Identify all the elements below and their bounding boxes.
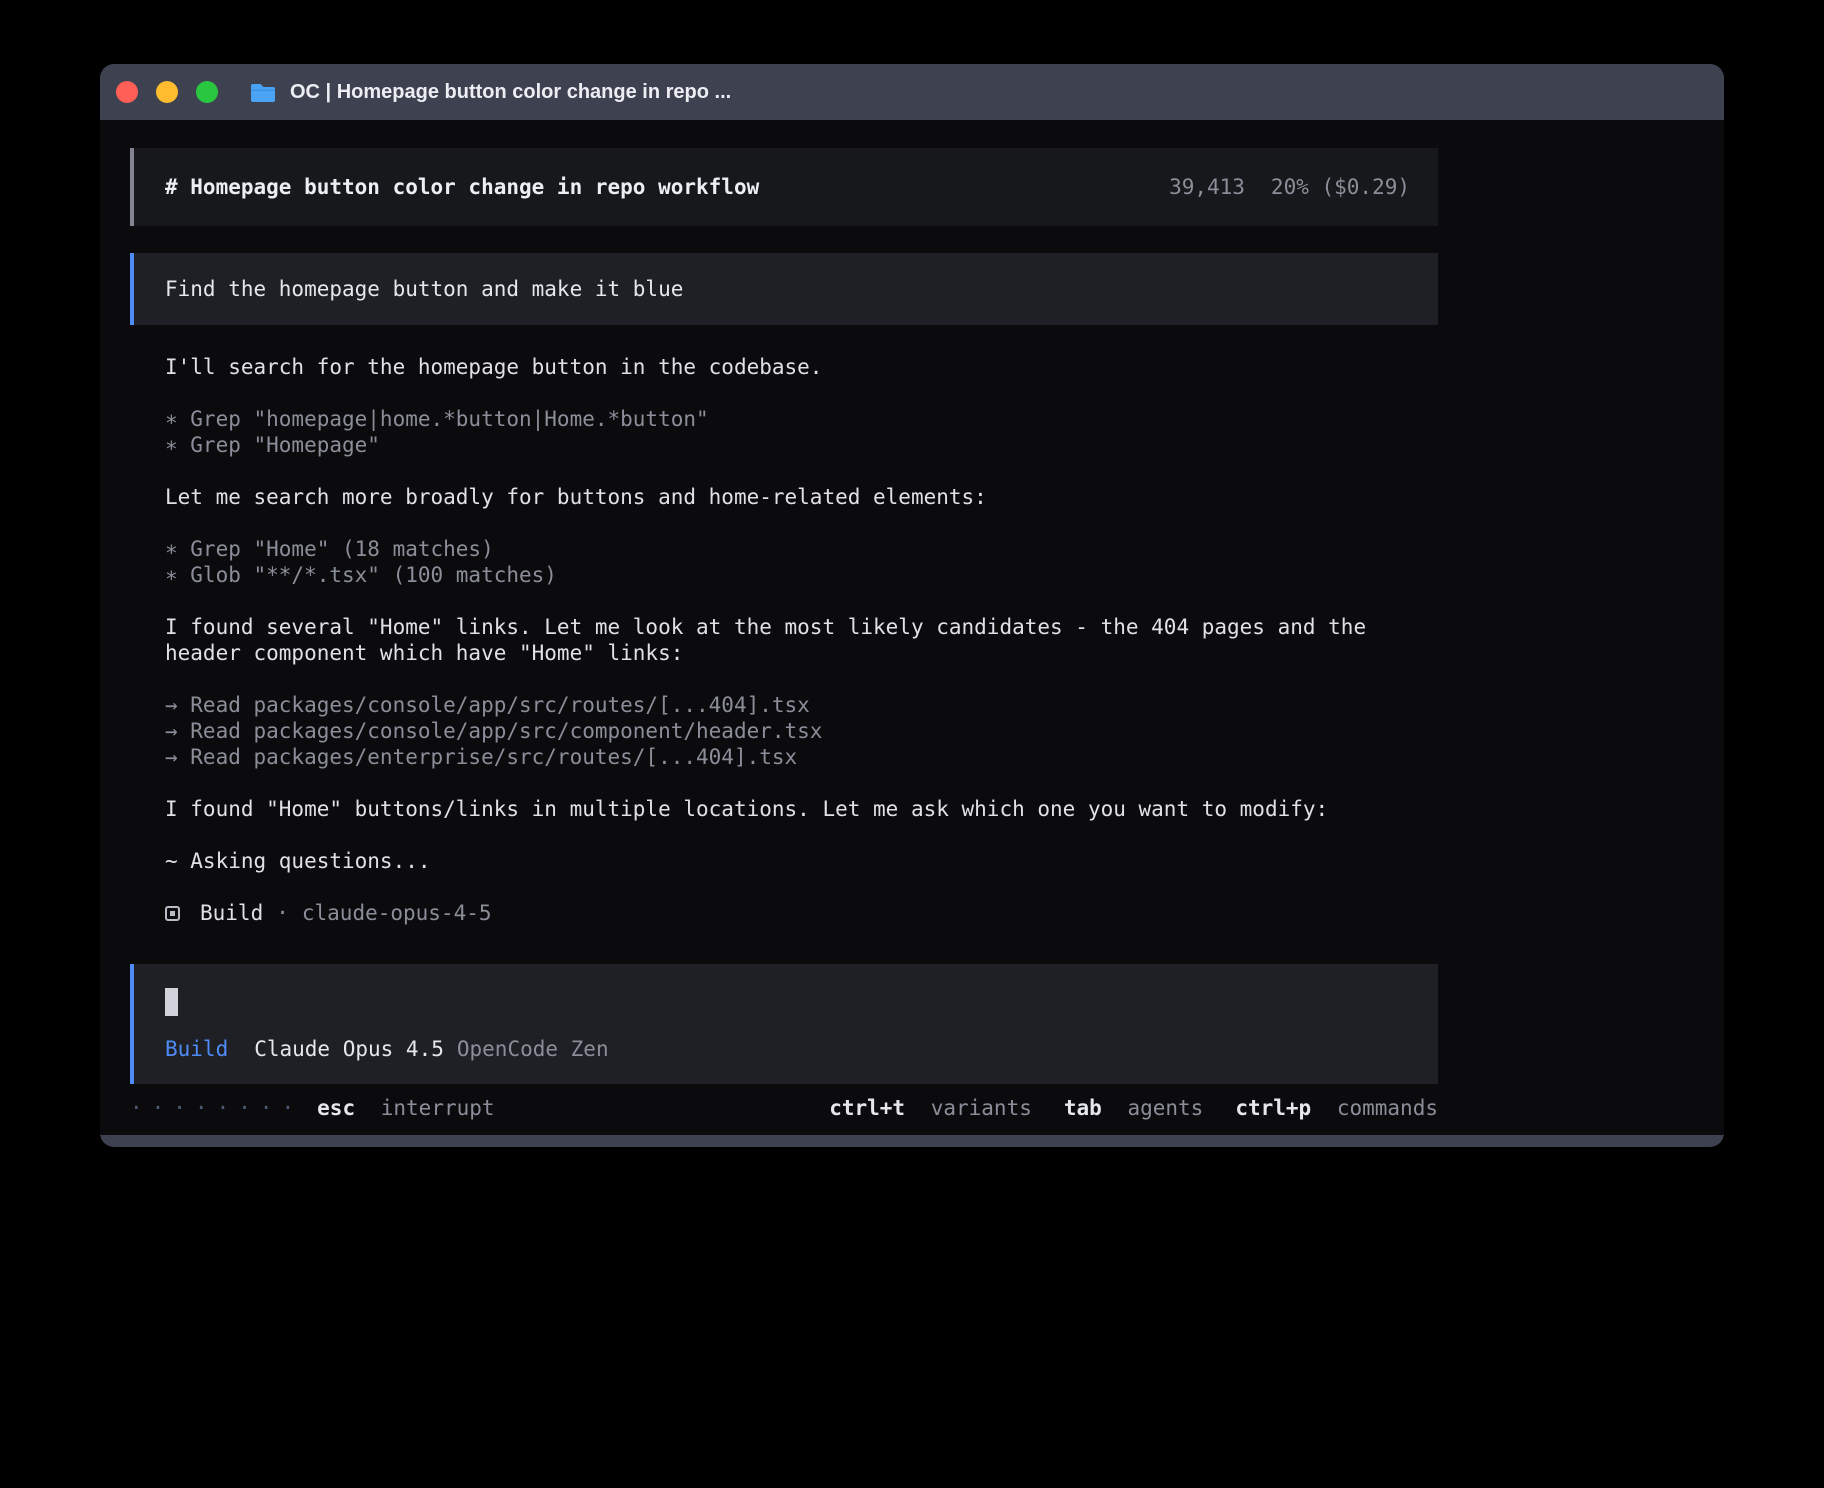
context-usage: 20% ($0.29) [1271, 174, 1410, 200]
shortcut-commands: ctrl+p commands [1235, 1095, 1438, 1121]
agent-model: claude-opus-4-5 [302, 900, 492, 926]
window-title: OC | Homepage button color change in rep… [290, 81, 731, 104]
agent-icon [165, 906, 180, 921]
shortcut-key: tab [1064, 1096, 1102, 1120]
token-count: 39,413 [1169, 174, 1245, 200]
prompt-agent-label: Build [165, 1036, 228, 1062]
shortcut-agents: tab agents [1064, 1095, 1203, 1121]
zoom-button[interactable] [196, 81, 218, 103]
assistant-status-line: ~ Asking questions... [165, 848, 1405, 874]
user-message: Find the homepage button and make it blu… [130, 253, 1438, 325]
session-column: # Homepage button color change in repo w… [130, 120, 1438, 1121]
tool-call-group: ∗ Grep "Home" (18 matches) ∗ Glob "**/*.… [165, 536, 1405, 588]
shortcut-variants: ctrl+t variants [829, 1095, 1032, 1121]
close-button[interactable] [116, 81, 138, 103]
assistant-transcript: I'll search for the homepage button in t… [130, 354, 1438, 874]
tool-call-group: → Read packages/console/app/src/routes/[… [165, 692, 1405, 770]
tool-call-line: ∗ Grep "Home" (18 matches) [165, 536, 1405, 562]
status-bar: ········ esc interrupt ctrl+t variants t… [130, 1095, 1438, 1121]
shortcut-hints: ctrl+t variants tab agents ctrl+p comman… [797, 1095, 1438, 1121]
shortcut-label: agents [1127, 1096, 1203, 1120]
prompt-meta: Build Claude Opus 4.5 OpenCode Zen [165, 1036, 1410, 1062]
window-titlebar[interactable]: OC | Homepage button color change in rep… [100, 64, 1724, 120]
tool-call-line: → Read packages/enterprise/src/routes/[.… [165, 744, 1405, 770]
agent-name: Build [200, 900, 263, 926]
esc-shortcut: esc interrupt [317, 1095, 494, 1121]
user-message-text: Find the homepage button and make it blu… [165, 277, 683, 301]
shortcut-key: ctrl+t [829, 1096, 905, 1120]
assistant-message: Let me search more broadly for buttons a… [165, 484, 1405, 510]
assistant-message: I found "Home" buttons/links in multiple… [165, 796, 1405, 822]
minimize-button[interactable] [156, 81, 178, 103]
tool-call-line: → Read packages/console/app/src/routes/[… [165, 692, 1405, 718]
session-meta: 39,413 20% ($0.29) [1169, 174, 1410, 200]
shortcut-label: variants [931, 1096, 1032, 1120]
tool-call-line: ∗ Grep "homepage|home.*button|Home.*butt… [165, 406, 1405, 432]
shortcut-key: ctrl+p [1235, 1096, 1311, 1120]
prompt-provider-label: OpenCode Zen [457, 1036, 609, 1062]
session-title: # Homepage button color change in repo w… [165, 174, 759, 200]
tool-call-group: ∗ Grep "homepage|home.*button|Home.*butt… [165, 406, 1405, 458]
tool-call-line: ∗ Glob "**/*.tsx" (100 matches) [165, 562, 1405, 588]
agent-status-row: Build · claude-opus-4-5 [130, 900, 1438, 926]
folder-icon [250, 81, 276, 103]
session-header: # Homepage button color change in repo w… [130, 148, 1438, 226]
esc-key: esc [317, 1096, 355, 1120]
spinner-dots: ········ [130, 1095, 303, 1121]
tool-call-line: ∗ Grep "Homepage" [165, 432, 1405, 458]
text-cursor [165, 988, 178, 1016]
prompt-input[interactable]: Build Claude Opus 4.5 OpenCode Zen [130, 964, 1438, 1084]
terminal-body: # Homepage button color change in repo w… [100, 120, 1724, 1135]
assistant-message: I'll search for the homepage button in t… [165, 354, 1405, 380]
assistant-message: I found several "Home" links. Let me loo… [165, 614, 1405, 666]
terminal-window: OC | Homepage button color change in rep… [100, 64, 1724, 1147]
esc-label: interrupt [381, 1096, 495, 1120]
prompt-model-label: Claude Opus 4.5 [254, 1036, 444, 1062]
agent-separator: · [276, 900, 289, 926]
shortcut-label: commands [1337, 1096, 1438, 1120]
tool-call-line: → Read packages/console/app/src/componen… [165, 718, 1405, 744]
